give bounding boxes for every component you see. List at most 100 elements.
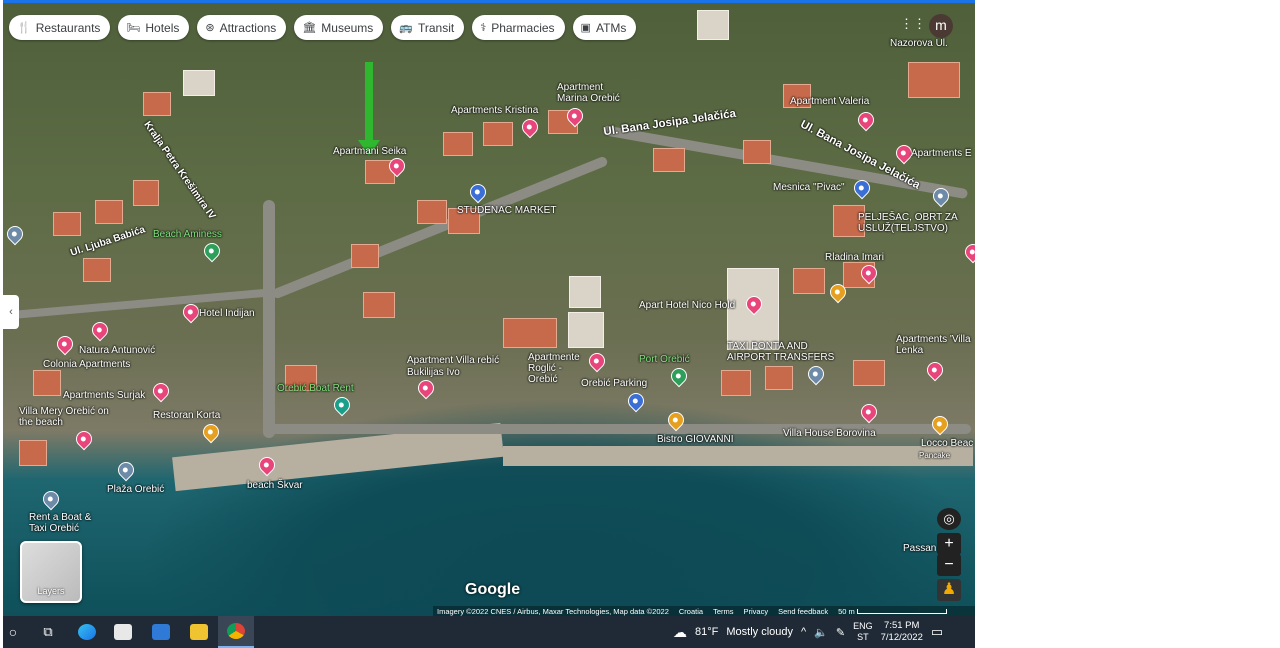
search-circle-icon[interactable]: ○ (3, 616, 23, 648)
place-label[interactable]: Restoran Korta (153, 410, 220, 421)
place-label[interactable]: Beach Aminess (153, 229, 222, 240)
lodging-pin[interactable] (854, 108, 878, 132)
chevron-up-icon[interactable]: ^ (801, 626, 806, 638)
imagery-credit: Imagery ©2022 CNES / Airbus, Maxar Techn… (437, 606, 669, 616)
layers-button[interactable]: Layers (20, 541, 82, 603)
place-label[interactable]: PELJEŠAC, OBRT ZA USLUŽ(TELJSTVO) (858, 212, 963, 234)
place-label[interactable]: Orebić Parking (581, 378, 647, 389)
place-label[interactable]: Mesnica "Pivac" (773, 182, 845, 193)
chrome-icon[interactable] (218, 616, 254, 648)
building (417, 200, 447, 224)
building (133, 180, 159, 206)
chip-museums[interactable]: 🏛 Museums (294, 15, 384, 40)
notification-icon[interactable]: ▭ (931, 624, 943, 640)
parking-pin[interactable] (624, 389, 648, 413)
pharmacy-icon: ⚕ (480, 22, 487, 34)
street-label: Nazorova Ul. (890, 38, 948, 49)
shopping-pin[interactable] (466, 180, 490, 204)
lodging-pin[interactable] (923, 358, 947, 382)
language-indicator[interactable]: ENG ST (853, 621, 873, 643)
chip-restaurants[interactable]: 🍴 Restaurants (9, 15, 111, 40)
place-pin[interactable] (3, 222, 27, 246)
place-label[interactable]: beach Škvar (247, 480, 303, 491)
map-satellite-view[interactable]: Ul. Bana Josipa Jelačića Ul. Bana Josipa… (3, 0, 975, 616)
place-label[interactable]: Apartment Marina Orebić (557, 82, 627, 104)
lodging-pin[interactable] (88, 318, 112, 342)
place-label[interactable]: Villa Mery Orebić on the beach (19, 406, 109, 428)
lodging-pin[interactable] (149, 379, 173, 403)
place-label[interactable]: Bistro GIOVANNI (657, 434, 734, 445)
place-label[interactable]: Apart Hotel Nico Hold (639, 300, 735, 311)
place-label[interactable]: Rladina Imari (825, 252, 884, 263)
account-avatar[interactable]: m (929, 14, 953, 38)
lodging-pin[interactable] (518, 115, 542, 139)
place-label[interactable]: STUDENAC MARKET (457, 205, 556, 216)
place-pin[interactable] (804, 362, 828, 386)
place-label[interactable]: Villa House Borovina (783, 428, 876, 439)
place-label[interactable]: Apartments Kristina (451, 105, 538, 116)
place-label[interactable]: Plaža Orebić (107, 484, 164, 495)
lodging-pin[interactable] (414, 376, 438, 400)
place-label[interactable]: Bukilijas Ivo (407, 367, 460, 378)
feedback-link[interactable]: Send feedback (778, 607, 828, 616)
place-label[interactable]: Apartments 'Villa Lenka (896, 334, 975, 356)
apps-grid-icon[interactable]: ⋮⋮⋮ (900, 17, 939, 31)
chip-attractions[interactable]: ⊛ Attractions (197, 15, 287, 40)
place-label[interactable]: Apartmani Seika (333, 146, 406, 157)
edge-browser-icon[interactable] (75, 616, 99, 648)
pen-icon[interactable]: ✎ (836, 626, 845, 639)
place-label[interactable]: Locco Beac (921, 438, 973, 449)
place-label[interactable]: Apartment Valeria (790, 96, 869, 107)
file-explorer-icon[interactable] (187, 616, 211, 648)
weather-temp[interactable]: 81°F (695, 626, 718, 638)
chip-pharmacies[interactable]: ⚕ Pharmacies (472, 15, 565, 40)
lodging-pin[interactable] (857, 400, 881, 424)
place-label[interactable]: Colonia Apartments (43, 359, 130, 370)
food-pin[interactable] (199, 420, 223, 444)
mail-icon[interactable] (149, 616, 173, 648)
place-label[interactable]: Port Orebić (639, 354, 690, 365)
place-label[interactable]: Natura Antunović (79, 345, 155, 356)
terms-link[interactable]: Terms (713, 607, 733, 616)
place-label[interactable]: Rent a Boat & Taxi Orebić (29, 512, 99, 534)
store-icon[interactable] (111, 616, 135, 648)
place-label[interactable]: Apartments Surjak (63, 390, 145, 401)
place-label[interactable]: Orebić Boat Rent (277, 383, 354, 394)
scale-label[interactable]: 50 m (838, 607, 947, 616)
port-pin[interactable] (667, 364, 691, 388)
place-label[interactable]: Apartments E (911, 148, 972, 159)
lodging-pin[interactable] (72, 427, 96, 451)
place-label[interactable]: Hotel Indijan (199, 308, 255, 319)
privacy-link[interactable]: Privacy (743, 607, 768, 616)
zoom-out-button[interactable]: − (937, 554, 961, 576)
building (443, 132, 473, 156)
place-pin[interactable] (39, 487, 63, 511)
volume-icon[interactable]: 🔈 (814, 626, 828, 639)
cloud-icon[interactable]: ☁ (673, 624, 687, 641)
windows-taskbar: ○ ⧉ ☁ 81°F Mostly cloudy ^ 🔈 ✎ ENG ST 7:5… (3, 616, 975, 648)
lodging-pin[interactable] (961, 240, 975, 264)
task-view-icon[interactable]: ⧉ (37, 616, 59, 648)
bed-icon: 🛏 (126, 22, 141, 34)
my-location-icon[interactable]: ◎ (937, 508, 961, 530)
place-label[interactable]: Pancake (919, 450, 950, 461)
pegman-icon[interactable]: ♟ (937, 579, 961, 601)
building (143, 92, 171, 116)
collapse-panel-button[interactable]: ‹ (3, 295, 19, 329)
clock[interactable]: 7:51 PM 7/12/2022 (881, 620, 923, 644)
chip-atms[interactable]: ▣ ATMs (572, 15, 637, 40)
building (569, 276, 601, 308)
park-pin[interactable] (200, 239, 224, 263)
bus-icon: 🚌 (399, 22, 413, 34)
building (765, 366, 793, 390)
lodging-pin[interactable] (53, 332, 77, 356)
place-pin[interactable] (114, 458, 138, 482)
chip-transit[interactable]: 🚌 Transit (391, 15, 465, 40)
place-label[interactable]: TAXI PONTA AND AIRPORT TRANSFERS (727, 341, 837, 363)
system-tray: ☁ 81°F Mostly cloudy ^ 🔈 ✎ ENG ST 7:51 PM… (673, 616, 943, 648)
chip-hotels[interactable]: 🛏 Hotels (118, 15, 190, 40)
boat-rent-pin[interactable] (330, 393, 354, 417)
place-label[interactable]: Apartment Villa rebić (407, 355, 499, 366)
zoom-in-button[interactable]: + (937, 533, 961, 555)
weather-desc[interactable]: Mostly cloudy (726, 626, 793, 638)
